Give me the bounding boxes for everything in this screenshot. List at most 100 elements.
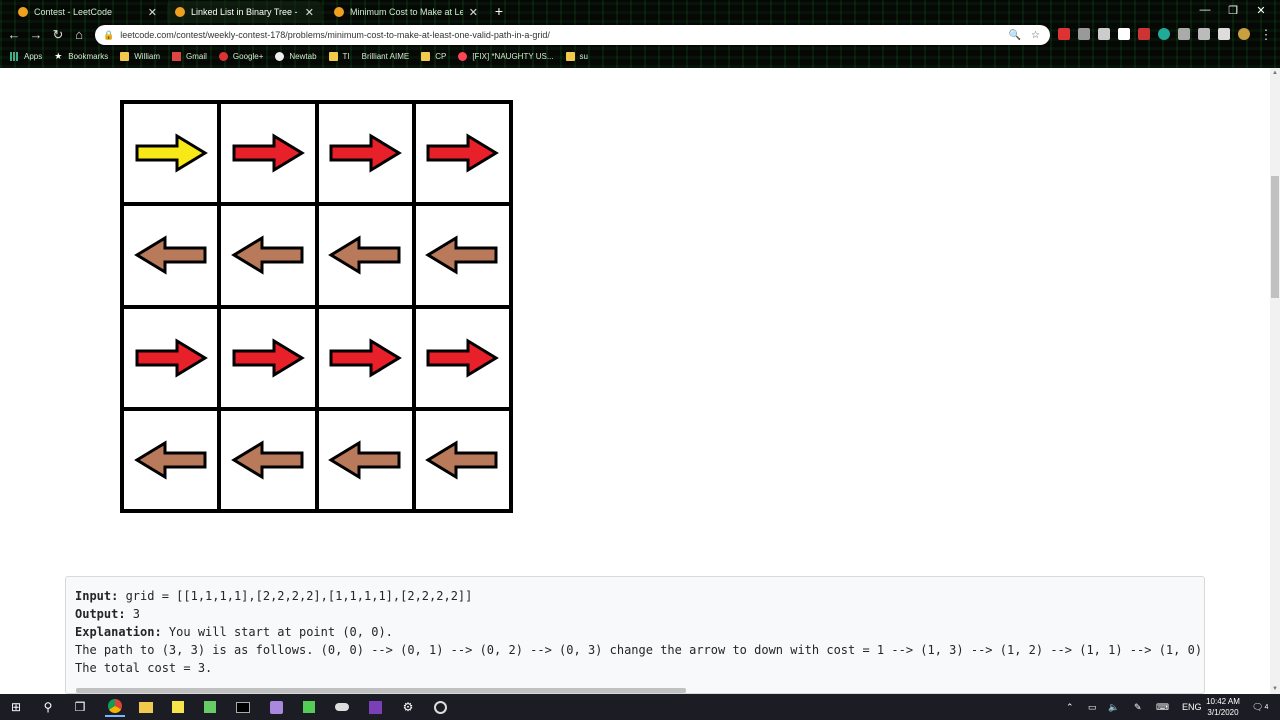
chrome-taskbar-icon[interactable] [105, 697, 125, 717]
minimize-icon[interactable]: — [1196, 4, 1214, 16]
bookmark-label: TI [342, 51, 350, 61]
extension-icon[interactable] [1118, 28, 1130, 40]
pen-icon[interactable]: ✎ [1134, 694, 1142, 720]
extension-icon[interactable] [1198, 28, 1210, 40]
zoom-icon[interactable]: 🔍 [1009, 30, 1021, 41]
tab-title: Linked List in Binary Tree - LeetC [191, 7, 299, 17]
bookmark-bookmarks[interactable]: ★ Bookmarks [54, 50, 109, 61]
arrow-left-icon [133, 440, 207, 480]
scrollbar-thumb[interactable] [1271, 176, 1279, 298]
task-view-icon[interactable]: ❒ [70, 697, 90, 717]
close-tab-icon[interactable]: ✕ [469, 6, 478, 19]
extension-icon[interactable] [1178, 28, 1190, 40]
reddit-icon [458, 51, 468, 61]
grid-cell [124, 104, 218, 203]
sticky-notes-icon[interactable] [168, 697, 188, 717]
grid-cell [415, 308, 509, 407]
bookmark-newtab[interactable]: Newtab [275, 51, 317, 61]
tab-linked-list[interactable]: Linked List in Binary Tree - LeetC ✕ [167, 1, 322, 23]
back-arrow-icon[interactable]: ← [6, 27, 22, 43]
forward-arrow-icon[interactable]: → [28, 27, 44, 43]
extension-icon[interactable] [1078, 28, 1090, 40]
close-tab-icon[interactable]: ✕ [305, 6, 314, 19]
notification-count: 4 [1264, 703, 1269, 711]
arrow-right-icon [329, 337, 403, 378]
folder-icon [328, 51, 338, 61]
clock[interactable]: 10:42 AM 3/1/2020 [1200, 696, 1246, 718]
grid-cell [415, 104, 509, 203]
notepad-icon[interactable] [200, 697, 220, 717]
profile-avatar[interactable] [1238, 28, 1250, 40]
settings-gear-icon[interactable]: ⚙ [398, 697, 418, 717]
vertical-scrollbar[interactable]: ▲ ▼ [1270, 68, 1280, 694]
windows-start-icon[interactable]: ⊞ [6, 697, 26, 717]
bookmark-su[interactable]: su [565, 51, 588, 61]
keyboard-icon[interactable]: ⌨ [1156, 694, 1169, 720]
terminal-icon[interactable] [233, 697, 253, 717]
scroll-down-arrow-icon[interactable]: ▼ [1270, 686, 1280, 692]
bookmark-google-plus[interactable]: Google+ [218, 51, 263, 61]
extension-icon[interactable] [1138, 28, 1150, 40]
scroll-up-arrow-icon[interactable]: ▲ [1270, 70, 1280, 76]
address-bar[interactable]: 🔒 leetcode.com/contest/weekly-contest-17… [95, 25, 1050, 45]
bookmark-cp[interactable]: CP [421, 51, 447, 61]
arrow-left-icon [230, 440, 304, 480]
tab-strip: Contest - LeetCode ✕ Linked List in Bina… [0, 0, 1280, 23]
bookmark-label: Bookmarks [68, 51, 109, 61]
close-tab-icon[interactable]: ✕ [148, 6, 157, 19]
bookmark-label: William [134, 51, 161, 61]
grid-cell [318, 308, 412, 407]
arrow-right-icon [232, 133, 305, 173]
tab-minimum-cost[interactable]: Minimum Cost to Make at Least ✕ [326, 1, 486, 23]
close-window-icon[interactable]: ✕ [1252, 4, 1270, 17]
apps-grid-icon [10, 51, 19, 61]
browser-toolbar: ← → ↻ ⌂ 🔒 leetcode.com/contest/weekly-co… [0, 24, 1280, 46]
horizontal-scrollbar-thumb[interactable] [76, 688, 686, 693]
output-label: Output: [75, 607, 126, 621]
bookmark-ti[interactable]: TI [328, 51, 350, 61]
folder-icon [120, 51, 130, 61]
maximize-icon[interactable]: ❐ [1224, 4, 1242, 17]
bookmark-gmail[interactable]: Gmail [172, 51, 207, 61]
obs-icon[interactable] [430, 697, 450, 717]
notification-center-icon[interactable]: 🗨 4 [1252, 694, 1268, 720]
grid-cell [124, 410, 218, 509]
leetcode-favicon-icon [175, 7, 185, 17]
app-icon[interactable] [332, 697, 352, 717]
extension-icon[interactable] [1098, 28, 1110, 40]
bookmark-label: CP [435, 51, 447, 61]
volume-icon[interactable]: 🔈 [1108, 694, 1119, 720]
language-indicator[interactable]: ENG [1182, 694, 1202, 720]
adblock-extension-icon[interactable] [1058, 28, 1070, 40]
arrow-grid-figure [120, 100, 513, 513]
tab-contest[interactable]: Contest - LeetCode ✕ [10, 1, 165, 23]
bookmark-fix-naughty[interactable]: [FIX] *NAUGHTY US... [458, 51, 554, 61]
windows-taskbar: ⊞ ⚲ ❒ ⚙ ⌃ ▭ 🔈 ✎ ⌨ ENG 10:42 AM 3/1/2020 … [0, 694, 1280, 720]
snipping-tool-icon[interactable] [266, 697, 286, 717]
grid-cell [221, 308, 315, 407]
reload-icon[interactable]: ↻ [50, 27, 66, 43]
grammarly-extension-icon[interactable] [1158, 28, 1170, 40]
bookmark-apps[interactable]: Apps [10, 51, 42, 61]
battery-icon[interactable]: ▭ [1088, 694, 1097, 720]
bookmark-label: Gmail [186, 51, 207, 61]
output-line: Output: 3 [75, 605, 1204, 623]
file-explorer-icon[interactable] [136, 697, 156, 717]
onenote-icon[interactable] [365, 697, 385, 717]
new-tab-button[interactable]: + [492, 4, 506, 18]
home-icon[interactable]: ⌂ [71, 27, 87, 43]
search-icon[interactable]: ⚲ [38, 697, 58, 717]
sublime-icon[interactable] [299, 697, 319, 717]
menu-kebab-icon[interactable]: ⋮ [1258, 27, 1274, 43]
star-icon: ★ [54, 50, 63, 61]
extension-icon[interactable] [1218, 28, 1230, 40]
bookmark-brilliant-aime[interactable]: Brilliant AIME [362, 52, 410, 61]
folder-icon [421, 51, 431, 61]
bookmark-star-icon[interactable]: ☆ [1031, 30, 1040, 41]
bookmark-label: [FIX] *NAUGHTY US... [472, 51, 554, 61]
tray-chevron-icon[interactable]: ⌃ [1066, 694, 1074, 720]
explanation-line: Explanation: You will start at point (0,… [75, 623, 1204, 641]
arrow-left-icon [328, 235, 401, 276]
input-label: Input: [75, 589, 119, 603]
bookmark-william[interactable]: William [120, 51, 161, 61]
